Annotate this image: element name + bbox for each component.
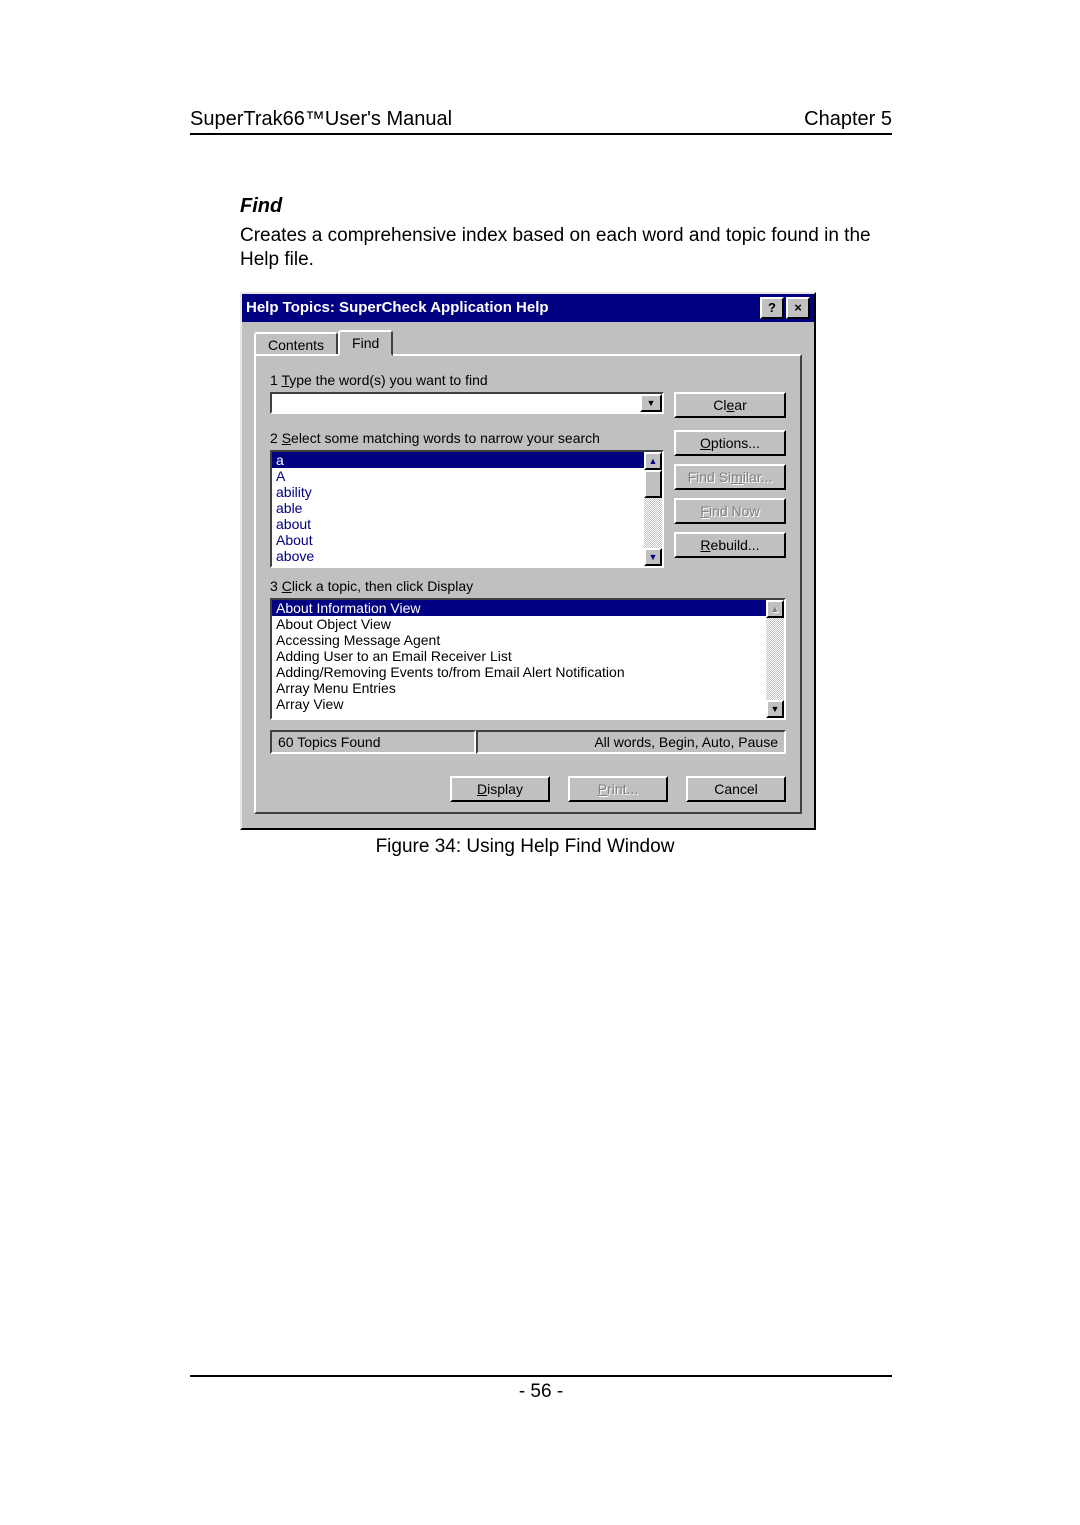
title-text: Help Topics: SuperCheck Application Help	[246, 299, 758, 316]
list-item[interactable]: about	[272, 516, 662, 532]
dialog-body: Contents Find 1 Type the word(s) you wan…	[242, 322, 814, 828]
scroll-up-button[interactable]: ▲	[644, 452, 662, 470]
help-button[interactable]: ?	[760, 297, 784, 319]
document-page: SuperTrak66™User's Manual Chapter 5 Find…	[0, 0, 1080, 1525]
scrollbar-track[interactable]	[766, 618, 784, 700]
tab-panel-find: 1 Type the word(s) you want to find ▼	[254, 354, 802, 814]
step1-label: 1 Type the word(s) you want to find	[270, 372, 786, 388]
doc-header-left: SuperTrak66™User's Manual	[190, 108, 452, 131]
matching-words-listbox[interactable]: a A ability able about About above ▲	[270, 450, 664, 568]
search-input[interactable]	[272, 394, 640, 412]
clear-button[interactable]: Clear	[674, 392, 786, 418]
display-button[interactable]: Display	[450, 776, 550, 802]
list-item[interactable]: About	[272, 532, 662, 548]
tab-strip: Contents Find	[254, 332, 802, 356]
list-item[interactable]: About Information View	[272, 600, 784, 616]
options-button[interactable]: Options...	[674, 430, 786, 456]
section-title: Find	[240, 195, 892, 218]
step2-label: 2 Select some matching words to narrow y…	[270, 430, 664, 446]
close-button[interactable]: ×	[786, 297, 810, 319]
words-scrollbar[interactable]: ▲ ▼	[644, 452, 662, 566]
rebuild-button[interactable]: Rebuild...	[674, 532, 786, 558]
find-now-button: Find Now	[674, 498, 786, 524]
chevron-up-icon: ▲	[771, 604, 780, 614]
list-item[interactable]: a	[272, 452, 662, 468]
doc-footer: - 56 -	[190, 1375, 892, 1403]
list-item[interactable]: able	[272, 500, 662, 516]
print-button: Print...	[568, 776, 668, 802]
list-item[interactable]: About Object View	[272, 616, 784, 632]
chevron-up-icon: ▲	[649, 456, 658, 466]
list-item[interactable]: Adding User to an Email Receiver List	[272, 648, 784, 664]
scroll-up-button[interactable]: ▲	[766, 600, 784, 618]
topics-listbox[interactable]: About Information View About Object View…	[270, 598, 786, 720]
list-item[interactable]: Array Menu Entries	[272, 680, 784, 696]
step3-label: 3 Click a topic, then click Display	[270, 578, 786, 594]
scrollbar-track[interactable]	[644, 498, 662, 548]
search-dropdown-button[interactable]: ▼	[640, 394, 662, 412]
status-row: 60 Topics Found All words, Begin, Auto, …	[270, 730, 786, 754]
figure-wrap: Help Topics: SuperCheck Application Help…	[240, 292, 892, 830]
scroll-down-button[interactable]: ▼	[644, 548, 662, 566]
dialog-bottom-buttons: Display Print... Cancel	[270, 776, 786, 802]
chevron-down-icon: ▼	[771, 704, 780, 714]
list-item[interactable]: Adding/Removing Events to/from Email Ale…	[272, 664, 784, 680]
tab-contents[interactable]: Contents	[254, 332, 338, 356]
page-number: - 56 -	[190, 1375, 892, 1403]
list-item[interactable]: Accessing Message Agent	[272, 632, 784, 648]
chevron-down-icon: ▼	[649, 552, 658, 562]
figure-caption: Figure 34: Using Help Find Window	[240, 836, 810, 858]
list-item[interactable]: A	[272, 468, 662, 484]
topics-scrollbar[interactable]: ▲ ▼	[766, 600, 784, 718]
list-item[interactable]: ability	[272, 484, 662, 500]
titlebar[interactable]: Help Topics: SuperCheck Application Help…	[242, 294, 814, 322]
list-item[interactable]: above	[272, 548, 662, 564]
search-combo[interactable]: ▼	[270, 392, 664, 414]
tab-find[interactable]: Find	[338, 330, 393, 356]
scroll-down-button[interactable]: ▼	[766, 700, 784, 718]
cancel-button[interactable]: Cancel	[686, 776, 786, 802]
chevron-down-icon: ▼	[647, 398, 656, 408]
topics-found-status: 60 Topics Found	[270, 730, 476, 754]
scrollbar-thumb[interactable]	[644, 470, 662, 498]
search-mode-status: All words, Begin, Auto, Pause	[476, 730, 786, 754]
list-item[interactable]: Array View	[272, 696, 784, 712]
doc-header-right: Chapter 5	[804, 108, 892, 131]
doc-header: SuperTrak66™User's Manual Chapter 5	[190, 108, 892, 135]
section-body: Creates a comprehensive index based on e…	[240, 224, 880, 272]
help-dialog: Help Topics: SuperCheck Application Help…	[240, 292, 816, 830]
find-similar-button: Find Similar...	[674, 464, 786, 490]
